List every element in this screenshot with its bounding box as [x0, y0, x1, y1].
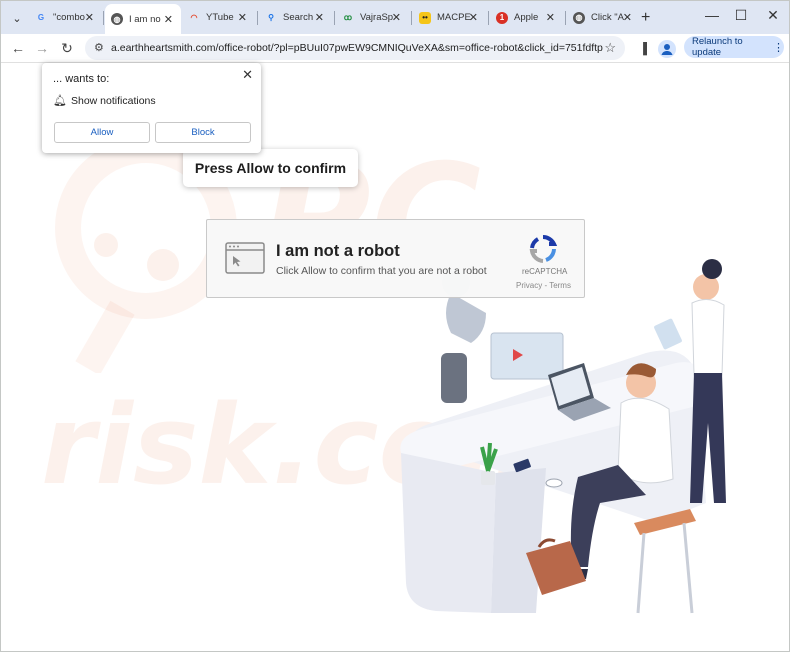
tab-macpe[interactable]: •• MACPE ✕	[413, 5, 486, 30]
profile-avatar-icon[interactable]	[658, 40, 676, 58]
bell-icon: 🔔︎	[53, 95, 67, 107]
tab-title: Click "A	[591, 12, 624, 23]
bookmark-star-icon[interactable]: ☆	[604, 40, 616, 56]
minimize-icon[interactable]: —	[702, 7, 722, 23]
tab-combo[interactable]: G "combo ✕	[29, 5, 102, 30]
browser-window-icon	[225, 242, 265, 274]
tab-i-am-not[interactable]: ◍ I am no ✕	[105, 4, 181, 34]
close-icon[interactable]: ✕	[164, 13, 173, 26]
alert-badge-icon: 1	[496, 11, 508, 24]
tab-separator	[334, 11, 335, 25]
fake-captcha-box: I am not a robot Click Allow to confirm …	[206, 219, 585, 298]
reload-icon[interactable]: ↻	[57, 38, 77, 58]
tab-strip: ⌄ G "combo ✕ ◍ I am no ✕ ◠ YTube ✕ ⚲ Sea…	[1, 1, 789, 34]
tab-ytube[interactable]: ◠ YTube ✕	[182, 5, 255, 30]
window-close-icon[interactable]: ✕	[763, 7, 783, 24]
close-icon[interactable]: ✕	[238, 11, 247, 24]
address-bar[interactable]: ⚙ a.earthheartsmith.com/office-robot/?pl…	[85, 36, 625, 60]
tab-separator	[565, 11, 566, 25]
tab-separator	[488, 11, 489, 25]
close-icon[interactable]: ✕	[242, 67, 253, 83]
site-info-icon[interactable]: ⚙	[94, 41, 104, 54]
tab-apple[interactable]: 1 Apple ✕	[490, 5, 563, 30]
forward-arrow-icon[interactable]: →	[32, 38, 52, 58]
close-icon[interactable]: ✕	[469, 11, 478, 24]
tab-title: Search	[283, 12, 314, 23]
maximize-icon[interactable]: ☐	[731, 7, 751, 24]
tab-search[interactable]: ⚲ Search ✕	[259, 5, 332, 30]
close-icon[interactable]: ✕	[546, 11, 555, 24]
relaunch-label: Relaunch to update	[692, 36, 743, 58]
allow-button[interactable]: Allow	[54, 122, 150, 143]
permission-text: Show notifications	[71, 95, 156, 107]
search-icon: ⚲	[268, 13, 274, 22]
block-button[interactable]: Block	[155, 122, 251, 143]
chevron-down-icon: ⌄	[12, 12, 22, 25]
side-panel-icon[interactable]: ▐	[635, 41, 651, 57]
recaptcha-logo-icon	[529, 234, 558, 263]
tab-title: I am no	[129, 13, 161, 25]
tab-separator	[257, 11, 258, 25]
captcha-title: I am not a robot	[276, 242, 400, 260]
tab-vajra[interactable]: ꝏ VajraSp ✕	[336, 5, 409, 30]
press-allow-banner: Press Allow to confirm	[183, 149, 358, 187]
globe-icon: ◍	[573, 11, 585, 24]
tab-title: Apple	[514, 12, 539, 23]
recaptcha-legal-links[interactable]: Privacy - Terms	[516, 281, 571, 290]
new-tab-plus-icon[interactable]: +	[641, 9, 650, 27]
vajra-icon: ꝏ	[343, 13, 353, 22]
tab-title: MACPE	[437, 12, 471, 23]
tab-title: VajraSp	[360, 12, 394, 23]
tab-separator	[103, 11, 104, 25]
close-icon[interactable]: ✕	[315, 11, 324, 24]
browser-window: ⌄ G "combo ✕ ◍ I am no ✕ ◠ YTube ✕ ⚲ Sea…	[0, 0, 790, 652]
relaunch-to-update-button[interactable]: Relaunch to update ⋮	[684, 36, 784, 58]
globe-icon: ◍	[111, 13, 123, 25]
tab-title: YTube	[206, 12, 234, 23]
tab-search-button[interactable]: ⌄	[7, 8, 27, 28]
prompt-title: ... wants to:	[53, 73, 110, 85]
ytube-icon: ◠	[190, 13, 198, 22]
url-text[interactable]: a.earthheartsmith.com/office-robot/?pl=p…	[111, 42, 603, 54]
tab-title: "combo	[53, 12, 85, 23]
tab-click-allow[interactable]: ◍ Click "A ✕	[567, 5, 640, 30]
tab-separator	[411, 11, 412, 25]
google-icon: G	[37, 13, 45, 22]
captcha-subtitle: Click Allow to confirm that you are not …	[276, 265, 487, 277]
back-arrow-icon[interactable]: ←	[8, 38, 28, 58]
close-icon[interactable]: ✕	[623, 11, 632, 24]
more-menu-icon: ⋮	[773, 41, 784, 54]
macpe-icon: ••	[419, 11, 431, 24]
notification-permission-prompt: ... wants to: ✕ 🔔︎ Show notifications Al…	[42, 63, 261, 153]
recaptcha-label: reCAPTCHA	[522, 267, 568, 276]
close-icon[interactable]: ✕	[392, 11, 401, 24]
close-icon[interactable]: ✕	[85, 11, 94, 24]
